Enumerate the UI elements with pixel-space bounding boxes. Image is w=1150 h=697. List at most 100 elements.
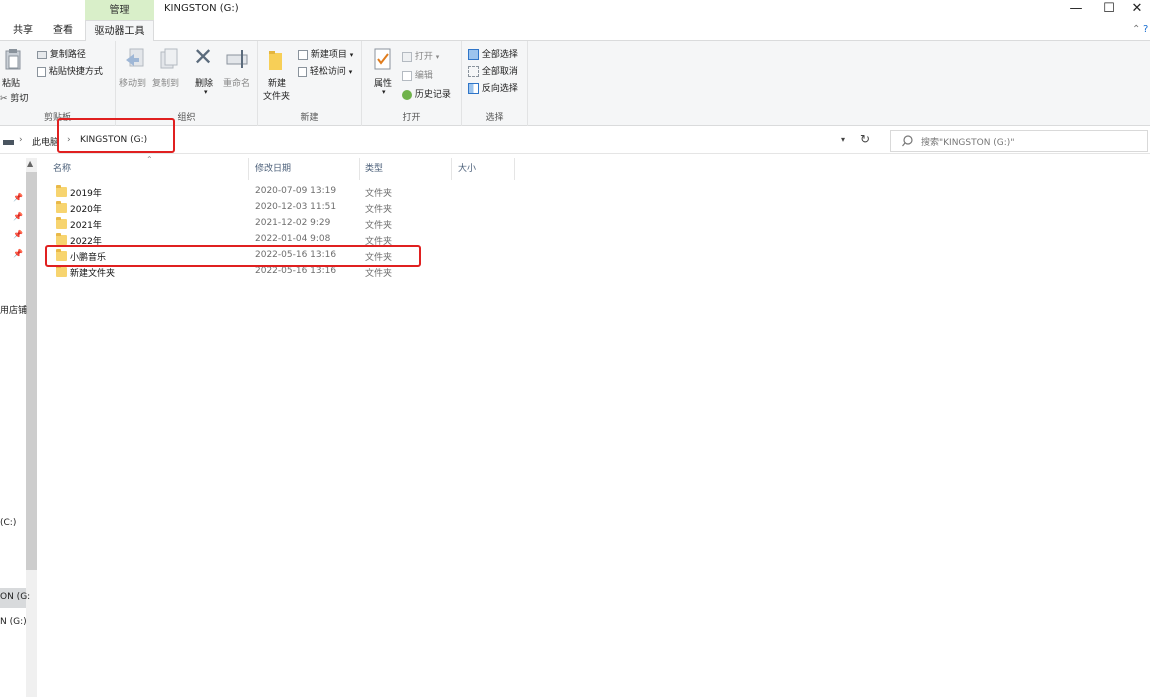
breadcrumb-this-pc[interactable]: 此电脑 xyxy=(32,135,59,148)
rename-icon xyxy=(226,50,248,68)
file-type: 文件夹 xyxy=(365,269,393,279)
copy-to-button[interactable]: 复制到 xyxy=(152,76,179,89)
cut-button[interactable]: ✂ 剪切 xyxy=(0,91,28,105)
collapse-ribbon-icon[interactable]: ⌃ xyxy=(1132,24,1140,35)
invert-selection-icon xyxy=(468,83,479,94)
edit-label: 编辑 xyxy=(414,71,433,81)
pin-icon: 📌 xyxy=(13,230,23,239)
file-name: 2019年 xyxy=(70,189,102,199)
scroll-up-icon[interactable]: ▲ xyxy=(27,159,33,168)
file-date: 2021-12-02 9:29 xyxy=(255,218,331,228)
column-header-name[interactable]: 名称 xyxy=(53,160,71,178)
copy-path-button[interactable]: 复制路径 xyxy=(37,47,86,60)
file-type: 文件夹 xyxy=(365,205,393,215)
new-item-button[interactable]: 新建项目 ▾ xyxy=(298,47,353,60)
new-folder-label-line2: 文件夹 xyxy=(263,92,291,102)
column-divider[interactable] xyxy=(514,158,515,180)
column-divider[interactable] xyxy=(451,158,452,180)
properties-icon xyxy=(374,48,391,70)
manage-context-tab[interactable]: 管理 xyxy=(85,0,154,20)
history-icon xyxy=(402,89,412,100)
file-row[interactable]: 2020年 2020-12-03 11:51 文件夹 xyxy=(50,200,450,216)
pin-icon: 📌 xyxy=(13,193,23,202)
address-history-dropdown-icon[interactable]: ▾ xyxy=(841,135,845,144)
easy-access-dropdown-icon: ▾ xyxy=(348,68,353,76)
column-header-size[interactable]: 大小 xyxy=(458,160,476,178)
delete-x-icon: ✕ xyxy=(193,43,214,71)
invert-selection-button[interactable]: 反向选择 xyxy=(468,81,518,94)
help-icon[interactable]: ? xyxy=(1143,24,1148,35)
pin-icon: 📌 xyxy=(13,212,23,221)
select-none-button[interactable]: 全部取消 xyxy=(468,64,518,77)
search-icon xyxy=(902,135,913,147)
select-all-button[interactable]: 全部选择 xyxy=(468,47,518,60)
tab-view[interactable]: 查看 xyxy=(46,20,80,41)
new-folder-icon xyxy=(269,51,282,70)
new-item-icon xyxy=(298,49,308,60)
file-row[interactable]: 2021年 2021-12-02 9:29 文件夹 xyxy=(50,216,450,232)
tab-share[interactable]: 共享 xyxy=(6,20,40,41)
select-all-label: 全部选择 xyxy=(481,50,518,60)
move-to-button[interactable]: 移动到 xyxy=(119,76,146,89)
file-type: 文件夹 xyxy=(365,189,393,199)
nav-item-kingston-selected[interactable]: ON (G: xyxy=(0,592,30,602)
open-group-label: 打开 xyxy=(402,113,421,123)
open-icon xyxy=(402,51,412,62)
file-date: 2022-01-04 9:08 xyxy=(255,234,331,244)
open-button[interactable]: 打开 ▾ xyxy=(402,49,439,62)
copy-path-icon xyxy=(37,50,47,59)
nav-item-c-drive[interactable]: (C:) xyxy=(0,518,16,528)
copy-path-label: 复制路径 xyxy=(49,50,86,60)
file-date: 2022-05-16 13:16 xyxy=(255,266,337,276)
easy-access-icon xyxy=(298,66,307,77)
highlight-box-row xyxy=(45,245,421,267)
folder-icon xyxy=(56,201,67,213)
title-bar: 管理 KINGSTON (G:) — ☐ ✕ xyxy=(0,0,1150,20)
paste-button[interactable]: 粘贴 xyxy=(2,76,20,89)
ribbon-tabs: 共享 查看 驱动器工具 ⌃ ? xyxy=(0,20,1150,42)
history-button[interactable]: 历史记录 xyxy=(402,87,451,100)
maximize-button[interactable]: ☐ xyxy=(1091,0,1127,20)
refresh-icon[interactable]: ↻ xyxy=(860,132,870,146)
nav-item-kingston[interactable]: N (G:) xyxy=(0,617,27,627)
paste-shortcut-icon xyxy=(37,66,46,77)
folder-icon xyxy=(56,233,67,245)
nav-item-store[interactable]: 用店铺 xyxy=(0,303,27,316)
column-header-type[interactable]: 类型 xyxy=(365,160,383,178)
column-header-date[interactable]: 修改日期 xyxy=(255,160,291,178)
rename-button[interactable]: 重命名 xyxy=(223,76,250,89)
column-divider[interactable] xyxy=(359,158,360,180)
move-to-icon xyxy=(126,48,144,67)
open-label: 打开 xyxy=(414,52,433,62)
delete-dropdown-icon[interactable]: ▾ xyxy=(204,88,208,96)
paste-shortcut-label: 粘贴快捷方式 xyxy=(48,67,103,77)
new-folder-button[interactable]: 新建 xyxy=(268,76,286,89)
search-box[interactable]: 搜索"KINGSTON (G:)" xyxy=(890,130,1148,152)
nav-scrollbar-thumb[interactable] xyxy=(26,172,37,570)
close-button[interactable]: ✕ xyxy=(1124,0,1150,20)
edit-button[interactable]: 编辑 xyxy=(402,68,433,81)
highlight-box-address xyxy=(57,118,175,153)
file-row[interactable]: 2019年 2020-07-09 13:19 文件夹 xyxy=(50,184,450,200)
clipboard-group: 粘贴 ✂ 剪切 复制路径 粘贴快捷方式 剪贴板 xyxy=(0,41,116,126)
select-none-label: 全部取消 xyxy=(481,67,518,77)
copy-to-icon xyxy=(160,48,178,69)
folder-icon xyxy=(56,185,67,197)
properties-dropdown-icon[interactable]: ▾ xyxy=(382,88,386,96)
sort-ascending-icon: ⌃ xyxy=(146,155,153,164)
easy-access-button[interactable]: 轻松访问 ▾ xyxy=(298,64,352,77)
edit-icon xyxy=(402,70,412,81)
organize-group: 移动到 复制到 ✕ 删除 ▾ 重命名 组织 xyxy=(116,41,258,126)
minimize-button[interactable]: — xyxy=(1058,0,1094,20)
folder-icon xyxy=(56,265,67,277)
open-dropdown-icon: ▾ xyxy=(435,53,440,61)
search-placeholder: 搜索"KINGSTON (G:)" xyxy=(921,138,1015,148)
new-group-label: 新建 xyxy=(300,113,319,123)
paste-shortcut-button[interactable]: 粘贴快捷方式 xyxy=(37,64,103,77)
window-title: KINGSTON (G:) xyxy=(164,3,239,14)
new-item-label: 新建项目 xyxy=(310,50,347,60)
select-all-icon xyxy=(468,49,479,60)
select-none-icon xyxy=(468,66,479,77)
column-divider[interactable] xyxy=(248,158,249,180)
tab-drive-tools[interactable]: 驱动器工具 xyxy=(85,20,154,42)
